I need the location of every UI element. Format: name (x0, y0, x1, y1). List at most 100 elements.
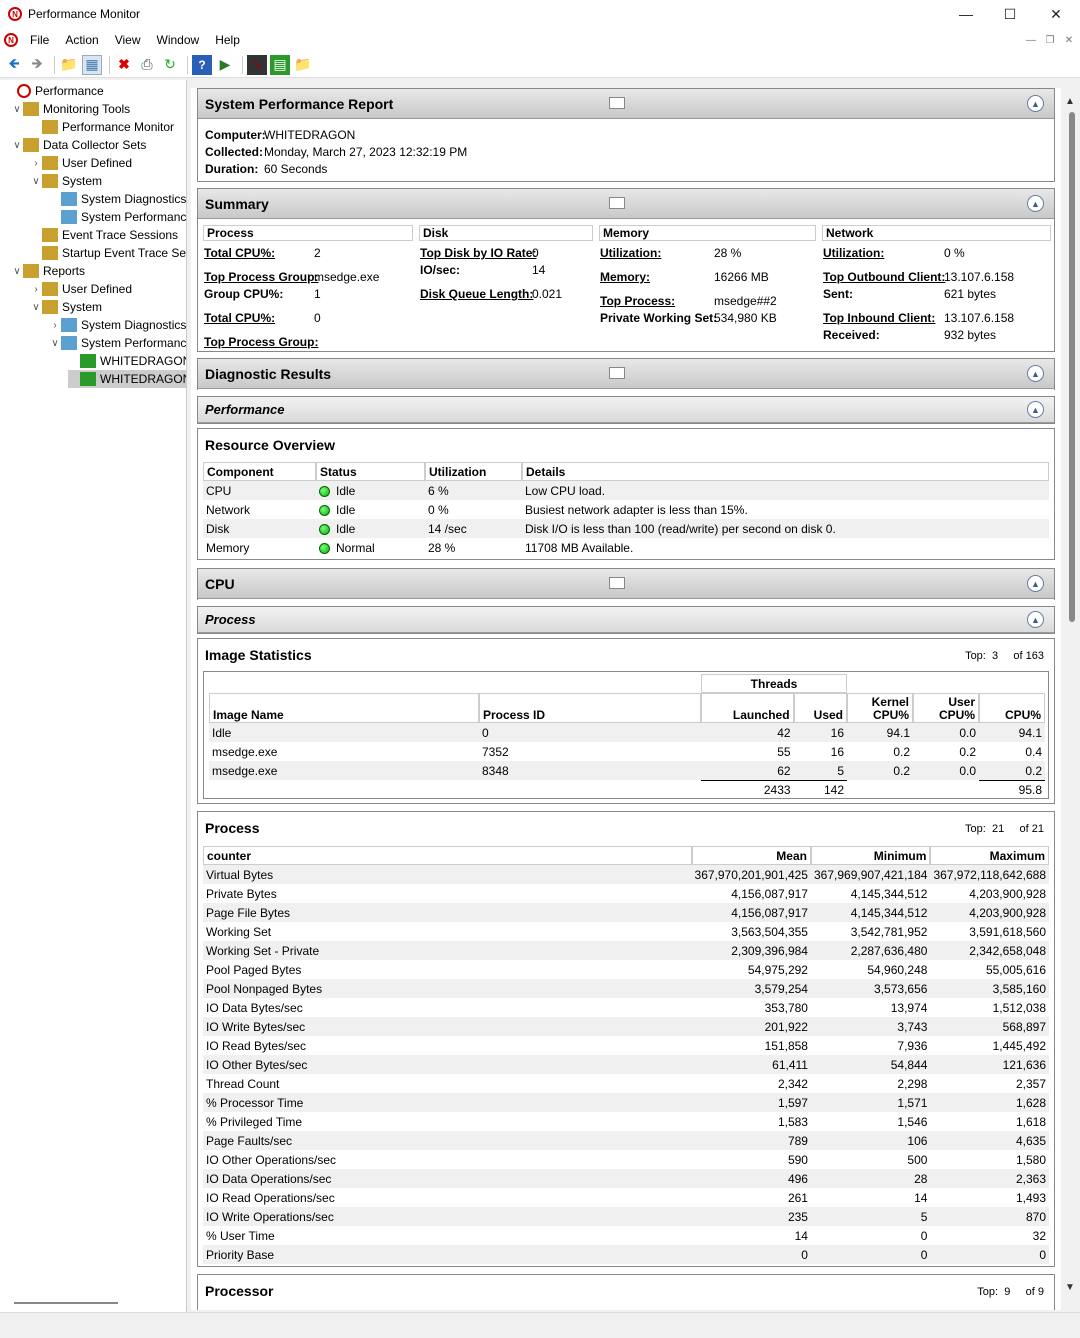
collapse-icon[interactable]: ▲ (1027, 365, 1044, 382)
report-view-icon[interactable] (609, 577, 625, 589)
maximize-button[interactable]: ☐ (987, 0, 1033, 28)
collapse-icon[interactable]: ▲ (1027, 575, 1044, 592)
top-outbound-client-link[interactable]: Top Outbound Client: (823, 270, 945, 284)
help-icon[interactable]: ? (192, 54, 212, 75)
mdi-close-button[interactable]: ✕ (1060, 32, 1078, 48)
table-cell: IO Read Operations/sec (206, 1190, 335, 1205)
column-header[interactable]: Mean (691, 846, 811, 865)
system-menu-icon[interactable]: N (4, 33, 18, 47)
tree-item-label: Reports (43, 264, 86, 278)
collapsed-chevron-icon[interactable]: › (30, 284, 42, 295)
tree-item[interactable]: ∨ System (30, 172, 102, 190)
tree-item[interactable]: ∨ Monitoring Tools (11, 100, 130, 118)
toolbar-separator (242, 55, 243, 74)
scroll-down-icon[interactable]: ▼ (1065, 1282, 1075, 1293)
column-header[interactable]: Launched (701, 693, 794, 723)
minimize-button[interactable]: — (943, 0, 989, 28)
network-utilization-link[interactable]: Utilization: (823, 246, 884, 260)
tree-item[interactable]: ∨ System Performance (49, 334, 186, 352)
delete-icon[interactable]: ✖ (114, 55, 134, 75)
column-header[interactable]: CPU% (979, 693, 1045, 723)
collapse-icon[interactable]: ▲ (1027, 195, 1044, 212)
forward-icon[interactable]: 🡺 (27, 55, 47, 75)
up-folder-icon[interactable]: 📁 (59, 55, 79, 75)
of-label: of (1025, 1286, 1035, 1298)
tree-item[interactable]: Performance (5, 82, 104, 100)
tree-item[interactable]: › User Defined (30, 154, 132, 172)
top-process-group-link[interactable]: Top Process Group: (204, 270, 318, 284)
report-icon[interactable]: ▤ (270, 54, 290, 75)
report-view-icon[interactable] (609, 367, 625, 379)
tree-item[interactable]: Startup Event Trace Sessions (30, 244, 186, 262)
tree-item[interactable]: › System Diagnostics (49, 316, 186, 334)
mdi-restore-button[interactable]: ❐ (1041, 32, 1059, 48)
column-header[interactable]: Kernel CPU% (847, 693, 913, 723)
folder-icon[interactable]: 📁 (293, 55, 313, 75)
table-cell: 151,858 (764, 1038, 808, 1053)
memory-utilization-link[interactable]: Utilization: (600, 246, 661, 260)
table-cell: 2,357 (1015, 1076, 1046, 1091)
column-header[interactable]: Maximum (930, 846, 1049, 865)
table-cell: % User Time (206, 1228, 275, 1243)
memory-link[interactable]: Memory: (600, 270, 650, 284)
tree-item[interactable]: ∨ Data Collector Sets (11, 136, 146, 154)
expanded-chevron-icon[interactable]: ∨ (11, 104, 23, 115)
tree-item[interactable]: Performance Monitor (30, 118, 174, 136)
column-header[interactable]: counter (203, 846, 692, 865)
total-cpu-link-2[interactable]: Total CPU%: (204, 311, 275, 325)
menu-window[interactable]: Window (149, 33, 208, 47)
tree-item[interactable]: ∨ Reports (11, 262, 85, 280)
refresh-icon[interactable]: ↻ (160, 55, 180, 75)
performance-title-bar: Performance ▲ (198, 397, 1054, 423)
tree-item[interactable]: ∨ System (30, 298, 102, 316)
show-hide-tree-icon[interactable]: ▦ (82, 54, 102, 75)
column-header[interactable]: Process ID (479, 693, 701, 723)
expanded-chevron-icon[interactable]: ∨ (30, 302, 42, 313)
menu-action[interactable]: Action (57, 33, 106, 47)
expanded-chevron-icon[interactable]: ∨ (11, 266, 23, 277)
mdi-minimize-button[interactable]: — (1022, 32, 1040, 48)
menu-help[interactable]: Help (207, 33, 248, 47)
scroll-up-icon[interactable]: ▲ (1065, 96, 1075, 107)
tree-horizontal-scrollbar[interactable] (14, 1302, 118, 1304)
disk-queue-link[interactable]: Disk Queue Length: (420, 287, 533, 301)
performance-monitor-icon[interactable]: ∿ (247, 54, 267, 75)
close-button[interactable]: ✕ (1033, 0, 1079, 28)
total-cpu-link[interactable]: Total CPU%: (204, 246, 275, 260)
collapse-icon[interactable]: ▲ (1027, 401, 1044, 418)
collapse-icon[interactable]: ▲ (1027, 95, 1044, 112)
menu-view[interactable]: View (107, 33, 149, 47)
report-vertical-scrollbar[interactable]: ▲ ▼ (1062, 88, 1080, 1310)
tree-item[interactable]: WHITEDRAGON (68, 352, 186, 370)
column-header[interactable]: Used (793, 693, 847, 723)
scroll-thumb[interactable] (1069, 112, 1075, 622)
column-header[interactable]: User CPU% (913, 693, 979, 723)
expanded-chevron-icon[interactable]: ∨ (30, 176, 42, 187)
table-cell: 13,974 (890, 1000, 928, 1015)
collapsed-chevron-icon[interactable]: › (30, 158, 42, 169)
collapse-icon[interactable]: ▲ (1027, 611, 1044, 628)
show-hide-action-pane-icon[interactable]: ▶ (215, 55, 235, 75)
column-header[interactable]: Minimum (810, 846, 931, 865)
tree-item[interactable]: System Performance (49, 208, 186, 226)
tree-item[interactable]: WHITEDRAGON (68, 370, 186, 388)
report-view-icon[interactable] (609, 197, 625, 209)
table-cell: 1,445,492 (992, 1038, 1046, 1053)
top-disk-link[interactable]: Top Disk by IO Rate: (420, 246, 536, 260)
column-header: Utilization (425, 462, 522, 481)
top-process-link[interactable]: Top Process: (600, 294, 675, 308)
tree-item[interactable]: Event Trace Sessions (30, 226, 178, 244)
table-row: IO Write Operations/sec 235 5 870 (203, 1207, 1049, 1226)
top-process-group-link-2[interactable]: Top Process Group: (204, 335, 318, 349)
collapsed-chevron-icon[interactable]: › (49, 320, 61, 331)
print-icon[interactable]: ⎙ (137, 55, 157, 75)
back-icon[interactable]: 🡸 (4, 55, 24, 75)
top-inbound-client-link[interactable]: Top Inbound Client: (823, 311, 935, 325)
report-view-icon[interactable] (609, 97, 625, 109)
tree-item[interactable]: › User Defined (30, 280, 132, 298)
column-header[interactable]: Image Name (209, 693, 479, 723)
tree-item[interactable]: System Diagnostics (49, 190, 186, 208)
expanded-chevron-icon[interactable]: ∨ (49, 338, 61, 349)
menu-file[interactable]: File (22, 33, 57, 47)
expanded-chevron-icon[interactable]: ∨ (11, 140, 23, 151)
